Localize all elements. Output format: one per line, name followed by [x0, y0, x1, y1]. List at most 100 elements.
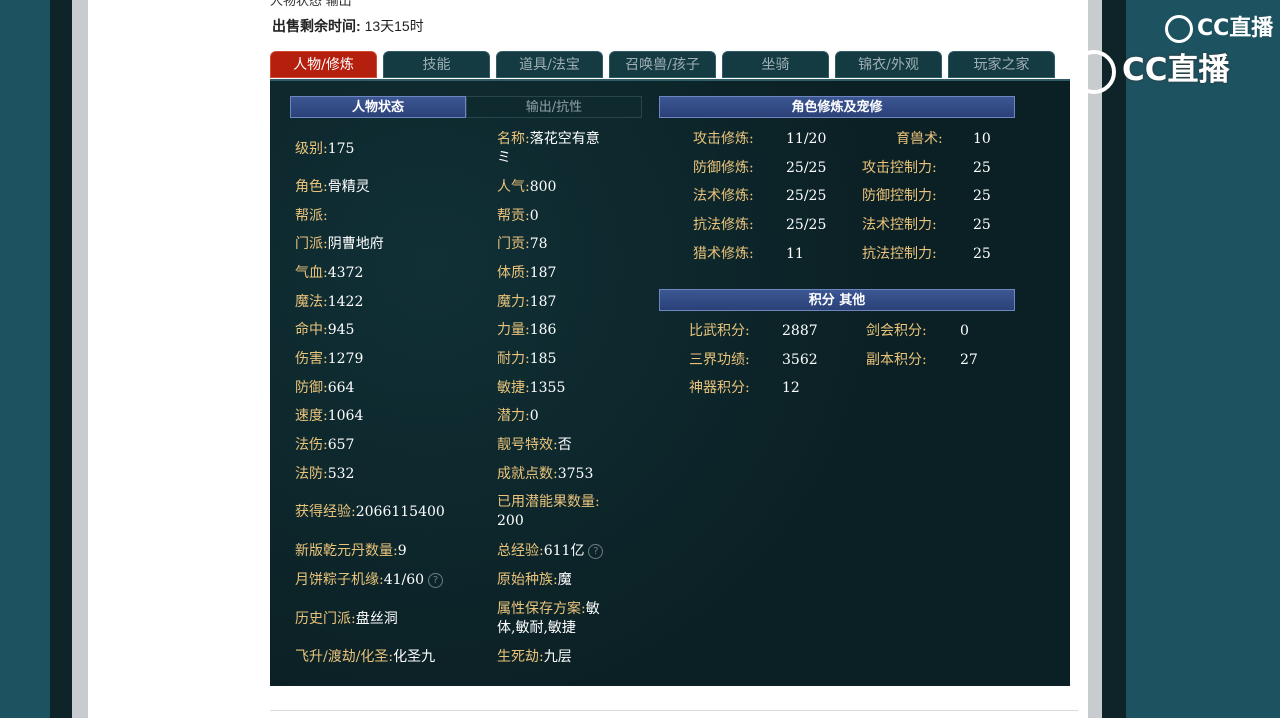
cult-key: 抗法控制力:: [862, 246, 937, 262]
stat-sect: 门派:阴曹地府: [295, 235, 384, 254]
stat-value: 骨精灵: [327, 179, 370, 195]
sale-time-value: 13天15时: [364, 18, 424, 34]
stat-value: 3753: [557, 466, 594, 482]
stat-value: 否: [557, 437, 572, 453]
stat-key: 门贡:: [497, 236, 530, 252]
cult-value: 25: [973, 188, 991, 204]
stat-key: 法防:: [295, 466, 328, 482]
stat-guild: 帮派:: [295, 207, 328, 226]
stat-agility: 敏捷:1355: [497, 379, 565, 398]
stat-key: 耐力:: [497, 351, 530, 367]
cult-key: 防御控制力:: [862, 188, 937, 204]
points-key: 三界功绩:: [689, 352, 750, 368]
stat-value: 611亿: [543, 543, 585, 559]
cut-off-heading: 人物状态 输出: [270, 0, 352, 8]
subtab-output-resistance[interactable]: 输出/抗性: [466, 96, 642, 118]
stat-key: 体质:: [497, 265, 530, 281]
stat-value: 九层: [543, 649, 572, 665]
stat-potential-fruit: 已用潜能果数量: 200: [497, 493, 637, 531]
cult-key: 猎术修炼:: [693, 246, 754, 262]
help-icon[interactable]: ?: [588, 543, 604, 559]
stat-key: 已用潜能果数量:: [497, 494, 600, 510]
cc-logo-icon: [1165, 15, 1193, 43]
stat-value: 657: [327, 437, 355, 453]
stat-experience: 获得经验:2066115400: [295, 503, 445, 522]
stat-achievement: 成就点数:3753: [497, 465, 593, 484]
character-panel: 人物状态 输出/抗性 级别:175 角色:骨精灵 帮派: 门派:阴曹地府 气血:…: [270, 79, 1070, 686]
watermark-text: CC直播: [1197, 16, 1274, 41]
stat-value: 945: [327, 322, 355, 338]
stat-key: 角色:: [295, 179, 328, 195]
points-key: 神器积分:: [689, 380, 750, 396]
stat-guild-contribution: 帮贡:0: [497, 207, 539, 226]
stat-key: 法伤:: [295, 437, 328, 453]
stat-value: 化圣九: [393, 649, 436, 665]
stat-value: 9: [397, 543, 407, 559]
stat-life-death-trial: 生死劫:九层: [497, 648, 572, 667]
stat-value: 1422: [327, 294, 364, 310]
stat-defense: 防御:664: [295, 379, 354, 398]
stat-value: 200: [497, 513, 524, 529]
stat-value: 1355: [529, 380, 566, 396]
tab-summons-children[interactable]: 召唤兽/孩子: [609, 51, 716, 78]
tab-player-home[interactable]: 玩家之家: [948, 51, 1055, 78]
tab-skills[interactable]: 技能: [383, 51, 490, 78]
stat-key: 魔法:: [295, 294, 328, 310]
stat-value: 1279: [327, 351, 364, 367]
stat-key: 新版乾元丹数量:: [295, 543, 398, 559]
points-value: 0: [960, 323, 969, 339]
sale-time-label: 出售剩余时间:: [272, 18, 361, 34]
stat-value: 532: [327, 466, 355, 482]
tab-items-treasures[interactable]: 道具/法宝: [496, 51, 603, 78]
points-key: 副本积分:: [866, 352, 927, 368]
stat-hit: 命中:945: [295, 321, 354, 340]
tab-character-cultivation[interactable]: 人物/修炼: [270, 51, 377, 78]
subtab-character-status[interactable]: 人物状态: [290, 96, 466, 118]
stat-key: 魔力:: [497, 294, 530, 310]
tab-mounts[interactable]: 坐骑: [722, 51, 829, 78]
stat-value: 0: [529, 408, 539, 424]
stat-key: 门派:: [295, 236, 328, 252]
stat-value: 1064: [327, 408, 364, 424]
stat-value: 186: [529, 322, 557, 338]
cult-key: 攻击控制力:: [862, 160, 937, 176]
tab-outfits[interactable]: 锦衣/外观: [835, 51, 942, 78]
stat-key: 帮贡:: [497, 208, 530, 224]
stat-value: 187: [529, 294, 557, 310]
stat-total-exp: 总经验:611亿?: [497, 542, 604, 561]
stat-key: 属性保存方案:: [497, 601, 586, 617]
cult-value: 25/25: [786, 160, 827, 176]
cult-value: 11: [786, 246, 804, 262]
stat-key: 总经验:: [497, 543, 544, 559]
stat-value: 185: [529, 351, 557, 367]
stat-key: 名称:: [497, 131, 530, 147]
cult-key: 育兽术:: [896, 131, 943, 147]
stat-key: 防御:: [295, 380, 328, 396]
cult-value: 25: [973, 217, 991, 233]
stat-magic-damage: 法伤:657: [295, 436, 354, 455]
stat-value: 4372: [327, 265, 364, 281]
help-icon[interactable]: ?: [428, 572, 444, 588]
cult-key: 攻击修炼:: [693, 131, 754, 147]
stat-strength: 力量:186: [497, 321, 556, 340]
stat-value: 175: [327, 141, 355, 157]
stat-key: 原始种族:: [497, 572, 558, 588]
stat-original-race: 原始种族:魔: [497, 571, 572, 590]
points-value: 2887: [782, 323, 818, 339]
stat-key: 伤害:: [295, 351, 328, 367]
stat-key: 潜力:: [497, 408, 530, 424]
cult-value: 11/20: [786, 131, 827, 147]
stat-value-cont: ミ: [497, 150, 511, 166]
stat-value: 664: [327, 380, 355, 396]
stat-constitution: 体质:187: [497, 264, 556, 283]
stat-attribute-plan: 属性保存方案:敏 体,敏耐,敏捷: [497, 600, 637, 638]
stat-speed: 速度:1064: [295, 407, 363, 426]
stat-mp: 魔法:1422: [295, 293, 363, 312]
stat-value: 落花空有意: [529, 131, 600, 147]
cc-logo-icon: [1072, 49, 1116, 94]
stat-level: 级别:175: [295, 140, 354, 159]
cultivation-header: 角色修炼及宠修: [659, 96, 1015, 118]
stat-endurance: 耐力:185: [497, 350, 556, 369]
stat-value: 2066115400: [355, 504, 445, 520]
stat-key: 飞升/渡劫/化圣:: [295, 649, 394, 665]
